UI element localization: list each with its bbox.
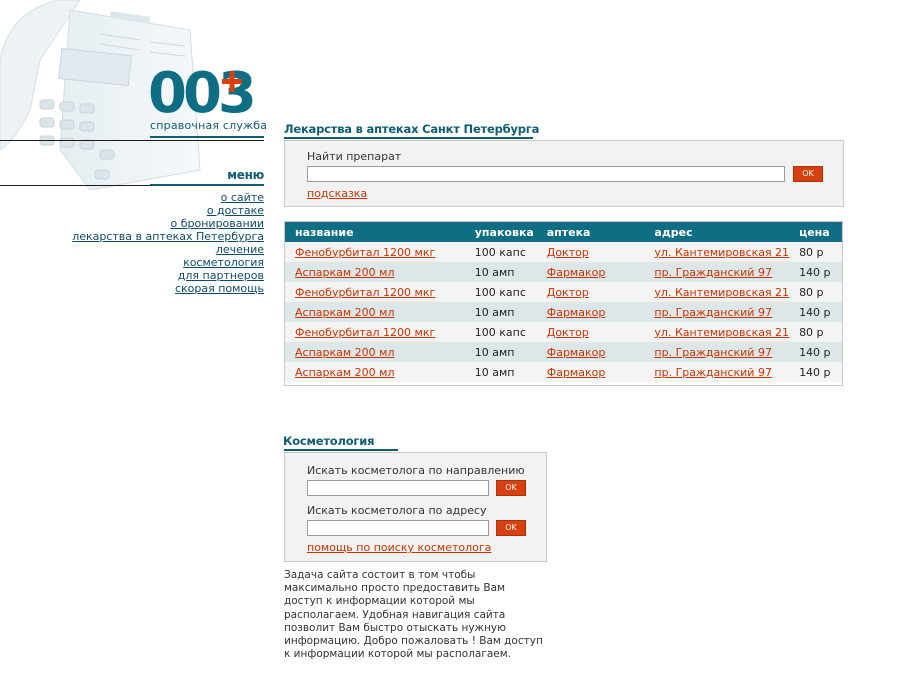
drug-name-link[interactable]: Фенобурбитал 1200 мкг: [295, 286, 435, 299]
menu-title-underline: [150, 184, 264, 186]
logo[interactable]: 003: [148, 66, 266, 116]
menu-item-treatment[interactable]: лечение: [40, 243, 264, 256]
drug-search-input[interactable]: [307, 166, 785, 182]
pharmacy-link[interactable]: Доктор: [547, 326, 589, 339]
address-link[interactable]: ул. Кантемировская 21: [654, 326, 789, 339]
menu-item-drugs[interactable]: лекарства в аптеках Петербурга: [40, 230, 264, 243]
header-divider: [0, 140, 264, 141]
drug-name-link[interactable]: Аспаркам 200 мл: [295, 346, 395, 359]
cosmetology-section-title: Косметология: [283, 434, 375, 448]
package-cell: 10 амп: [464, 302, 537, 322]
column-header-price[interactable]: цена: [789, 222, 842, 242]
table-header-row: название упаковка аптека адрес цена: [285, 222, 842, 242]
package-cell: 100 капс: [464, 322, 537, 342]
table-row: Фенобурбитал 1200 мкг 100 капс Доктор ул…: [285, 242, 842, 262]
table-row: Аспаркам 200 мл 10 амп Фармакор пр. Граж…: [285, 262, 842, 282]
package-cell: 100 капс: [464, 282, 537, 302]
pharmacy-link[interactable]: Доктор: [547, 246, 589, 259]
address-link[interactable]: пр. Гражданский 97: [654, 346, 772, 359]
drug-search-panel: Найти препарат OK подсказка: [284, 140, 844, 207]
table-row: Аспаркам 200 мл 10 амп Фармакор пр. Граж…: [285, 302, 842, 322]
pharmacy-link[interactable]: Фармакор: [547, 266, 606, 279]
pharmacy-link[interactable]: Фармакор: [547, 306, 606, 319]
drug-search-hint-link[interactable]: подсказка: [307, 187, 367, 200]
drug-name-link[interactable]: Фенобурбитал 1200 мкг: [295, 246, 435, 259]
direction-search-label: Искать косметолога по направлению: [307, 464, 525, 477]
price-cell: 80 р: [789, 242, 842, 262]
address-search-ok-button[interactable]: OK: [496, 520, 526, 536]
menu-title: меню: [227, 168, 264, 182]
price-cell: 140 р: [789, 302, 842, 322]
address-link[interactable]: пр. Гражданский 97: [654, 306, 772, 319]
logo-cross-v: [229, 71, 235, 92]
price-cell: 140 р: [789, 342, 842, 362]
drug-name-link[interactable]: Фенобурбитал 1200 мкг: [295, 326, 435, 339]
drug-name-link[interactable]: Аспаркам 200 мл: [295, 266, 395, 279]
address-search-label: Искать косметолога по адресу: [307, 504, 487, 517]
results-table-container: название упаковка аптека адрес цена Фено…: [284, 221, 843, 386]
pharmacy-link[interactable]: Доктор: [547, 286, 589, 299]
table-row: Фенобурбитал 1200 мкг 100 капс Доктор ул…: [285, 322, 842, 342]
cosmetology-help-link[interactable]: помощь по поиску косметолога: [307, 541, 491, 554]
about-text: Задача сайта состоит в том чтобы максима…: [284, 569, 543, 661]
menu-item-ambulance[interactable]: скорая помощь: [40, 282, 264, 295]
package-cell: 10 амп: [464, 362, 537, 382]
drugs-section-title: Лекарства в аптеках Санкт Петербурга: [284, 122, 540, 136]
price-cell: 80 р: [789, 322, 842, 342]
pharmacy-link[interactable]: Фармакор: [547, 346, 606, 359]
drug-search-ok-button[interactable]: OK: [793, 166, 823, 182]
price-cell: 140 р: [789, 362, 842, 382]
table-row: Аспаркам 200 мл 10 амп Фармакор пр. Граж…: [285, 362, 842, 382]
cosmetology-title-underline: [284, 449, 398, 451]
drug-name-link[interactable]: Аспаркам 200 мл: [295, 306, 395, 319]
address-link[interactable]: пр. Гражданский 97: [654, 366, 772, 379]
drugs-title-underline: [284, 137, 533, 139]
package-cell: 100 капс: [464, 242, 537, 262]
column-header-package[interactable]: упаковка: [464, 222, 537, 242]
pharmacy-link[interactable]: Фармакор: [547, 366, 606, 379]
menu-item-cosmetology[interactable]: косметология: [40, 256, 264, 269]
package-cell: 10 амп: [464, 262, 537, 282]
menu-item-delivery[interactable]: о достаке: [40, 204, 264, 217]
column-header-pharmacy[interactable]: аптека: [536, 222, 645, 242]
table-row: Фенобурбитал 1200 мкг 100 капс Доктор ул…: [285, 282, 842, 302]
column-header-address[interactable]: адрес: [644, 222, 790, 242]
logo-underline: [150, 136, 264, 138]
main-menu: о сайте о достаке о бронировании лекарст…: [40, 191, 264, 295]
cosmetology-search-panel: Искать косметолога по направлению OK Иск…: [284, 452, 547, 562]
address-link[interactable]: ул. Кантемировская 21: [654, 246, 789, 259]
menu-item-partners[interactable]: для партнеров: [40, 269, 264, 282]
price-cell: 80 р: [789, 282, 842, 302]
drug-name-link[interactable]: Аспаркам 200 мл: [295, 366, 395, 379]
address-search-input[interactable]: [307, 520, 489, 536]
results-table: название упаковка аптека адрес цена Фено…: [285, 222, 842, 382]
logo-text: 003: [148, 66, 253, 116]
package-cell: 10 амп: [464, 342, 537, 362]
menu-item-booking[interactable]: о бронировании: [40, 217, 265, 230]
direction-search-input[interactable]: [307, 480, 489, 496]
table-row: Аспаркам 200 мл 10 амп Фармакор пр. Граж…: [285, 342, 842, 362]
drug-search-label: Найти препарат: [307, 150, 402, 163]
menu-item-about-site[interactable]: о сайте: [40, 191, 264, 204]
address-link[interactable]: пр. Гражданский 97: [654, 266, 772, 279]
price-cell: 140 р: [789, 262, 842, 282]
direction-search-ok-button[interactable]: OK: [496, 480, 526, 496]
column-header-name[interactable]: название: [285, 222, 465, 242]
logo-subtitle: справочная служба: [150, 119, 268, 132]
address-link[interactable]: ул. Кантемировская 21: [654, 286, 789, 299]
